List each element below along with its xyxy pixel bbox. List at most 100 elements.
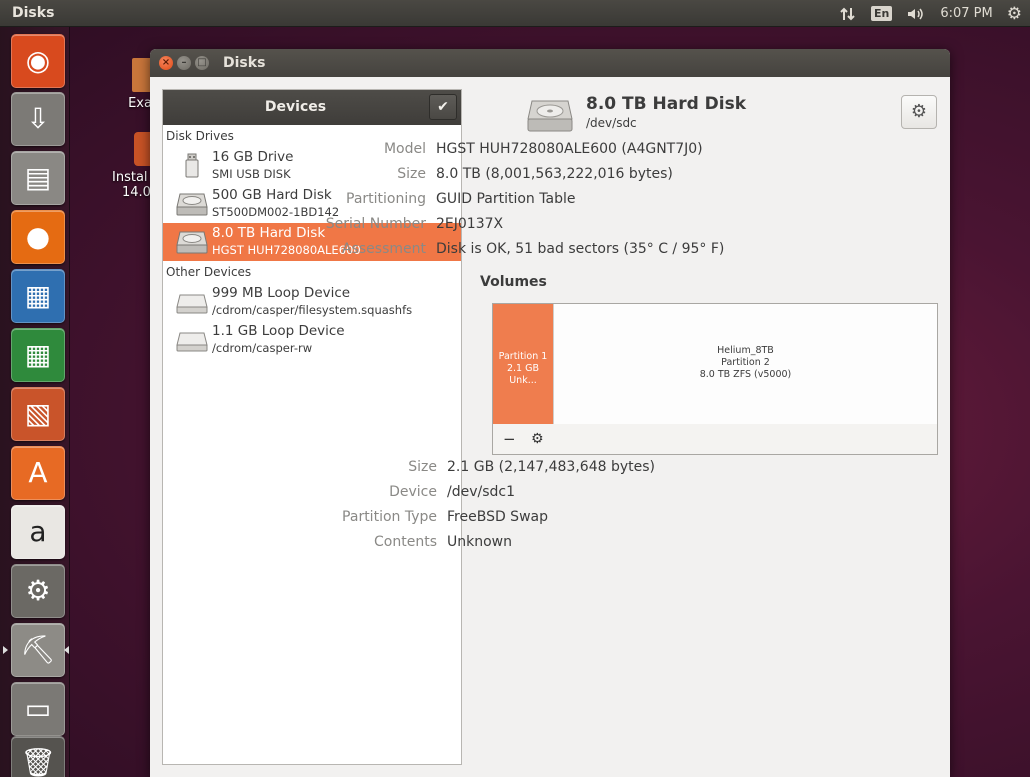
disk-device-path: /dev/sdc (586, 116, 637, 130)
disks-app-icon: ⛏ (20, 633, 56, 666)
disks-window: × – □ Disks Devices ✔ Disk Drives 16 GB … (150, 49, 950, 777)
property-row: Size 8.0 TB (8,001,563,222,016 bytes) (150, 166, 950, 186)
hard-disk-icon (527, 100, 573, 132)
property-row: Size 2.1 GB (2,147,483,648 bytes) (150, 459, 950, 479)
property-row: Serial Number 2EJ0137X (150, 216, 950, 236)
other-device-list: 999 MB Loop Device/cdrom/casper/filesyst… (163, 283, 461, 359)
amazon-icon: a (29, 515, 47, 548)
ubuntu-software-center-icon: A (28, 456, 48, 489)
partition-options-gear-icon[interactable]: ⚙ (531, 431, 544, 447)
partition-bar: Partition 1 2.1 GB Unk... Helium_8TB Par… (493, 304, 937, 424)
partition-2-name: Partition 2 (721, 357, 770, 368)
property-label: Partition Type (342, 509, 437, 525)
partition-2-block[interactable]: Helium_8TB Partition 2 8.0 TB ZFS (v5000… (553, 304, 937, 424)
loop-device-icon (176, 327, 208, 353)
devices-header: Devices ✔ (163, 90, 461, 125)
property-value: /dev/sdc1 (447, 484, 516, 500)
devices-title: Devices (264, 99, 327, 115)
launcher-ubuntu-dash[interactable]: ◉ (11, 34, 65, 88)
property-value: 2.1 GB (2,147,483,648 bytes) (447, 459, 655, 475)
window-minimize-button[interactable]: – (177, 56, 191, 70)
partition-2-label: Helium_8TB (717, 345, 774, 356)
partition-2-desc: 8.0 TB ZFS (v5000) (699, 369, 792, 380)
other-device-item[interactable]: 999 MB Loop Device/cdrom/casper/filesyst… (163, 283, 461, 321)
property-value: Unknown (447, 534, 512, 550)
launcher-removable-drive[interactable]: ▭ (11, 682, 65, 736)
property-row: Model HGST HUH728080ALE600 (A4GNT7J0) (150, 141, 950, 161)
property-label: Size (397, 166, 426, 182)
device-subtitle: /cdrom/casper/filesystem.squashfs (212, 303, 413, 317)
launcher-system-settings[interactable]: ⚙ (11, 564, 65, 618)
firefox-icon: ● (25, 220, 51, 253)
loop-device-icon (176, 289, 208, 315)
select-mode-button[interactable]: ✔ (429, 94, 457, 120)
partition-1-desc: 2.1 GB Unk... (506, 363, 539, 386)
drive-settings-button[interactable]: ⚙ (901, 95, 937, 129)
libreoffice-impress-icon: ▧ (24, 397, 52, 430)
clock[interactable]: 6:07 PM (940, 6, 992, 21)
property-label: Serial Number (325, 216, 426, 232)
volumes-map: Partition 1 2.1 GB Unk... Helium_8TB Par… (492, 303, 938, 455)
launcher-ubuntu-software-center[interactable]: A (11, 446, 65, 500)
window-maximize-button[interactable]: □ (195, 56, 209, 70)
top-panel: Disks En 6:07 PM ⚙ (0, 0, 1030, 27)
launcher-libreoffice-calc[interactable]: ▦ (11, 328, 65, 382)
window-titlebar[interactable]: × – □ Disks (150, 49, 950, 77)
section-other-devices: Other Devices (166, 265, 252, 279)
property-value: 8.0 TB (8,001,563,222,016 bytes) (436, 166, 673, 182)
active-app-title: Disks (12, 5, 55, 21)
launcher-disks-app[interactable]: ⛏ (11, 623, 65, 677)
network-icon[interactable] (839, 6, 857, 22)
launcher-files[interactable]: ▤ (11, 151, 65, 205)
launcher-amazon[interactable]: a (11, 505, 65, 559)
indicator-area: En 6:07 PM ⚙ (839, 3, 1022, 24)
property-value: 2EJ0137X (436, 216, 504, 232)
device-subtitle: /cdrom/casper-rw (212, 341, 313, 355)
launcher-software-updater[interactable]: ⇩ (11, 92, 65, 146)
property-value: FreeBSD Swap (447, 509, 548, 525)
gear-icon: ⚙ (910, 101, 928, 122)
desktop-icon-label: Instal (112, 170, 148, 185)
software-updater-icon: ⇩ (26, 102, 50, 135)
volumes-heading: Volumes (480, 274, 547, 290)
files-icon: ▤ (24, 161, 52, 194)
removable-drive-icon: ▭ (24, 692, 52, 725)
launcher: ◉ ⇩ ▤ ● ▦ ▦ ▧ Aa ⚙ ⛏ ▭ 🗑 (0, 27, 70, 777)
delete-partition-button[interactable]: − (503, 430, 516, 448)
running-indicator (3, 646, 8, 654)
property-label: Contents (374, 534, 437, 550)
property-row: Contents Unknown (150, 534, 950, 554)
libreoffice-calc-icon: ▦ (24, 338, 52, 371)
property-row: Device/dev/sdc1 (150, 484, 950, 504)
launcher-trash[interactable]: 🗑 (11, 736, 65, 777)
property-label: Size (408, 459, 437, 475)
property-label: Partitioning (346, 191, 426, 207)
property-label: Model (383, 141, 426, 157)
property-row: Partitioning GUID Partition Table (150, 191, 950, 211)
ubuntu-dash-icon: ◉ (25, 44, 51, 77)
launcher-libreoffice-impress[interactable]: ▧ (11, 387, 65, 441)
session-gear-icon[interactable]: ⚙ (1007, 4, 1022, 24)
partition-1-block[interactable]: Partition 1 2.1 GB Unk... (493, 304, 553, 424)
trash-icon: 🗑 (20, 746, 56, 777)
launcher-firefox[interactable]: ● (11, 210, 65, 264)
volume-toolbar: − ⚙ (493, 424, 937, 454)
checkmark-icon: ✔ (437, 99, 449, 115)
volume-icon[interactable] (906, 6, 926, 22)
property-value: Disk is OK, 51 bad sectors (35° C / 95° … (436, 241, 725, 257)
keyboard-layout-indicator[interactable]: En (871, 6, 893, 21)
desktop-icon-label: 14.0 (122, 185, 151, 200)
partition-1-name: Partition 1 (498, 351, 548, 362)
property-value: GUID Partition Table (436, 191, 576, 207)
other-device-item[interactable]: 1.1 GB Loop Device/cdrom/casper-rw (163, 321, 461, 359)
window-close-button[interactable]: × (159, 56, 173, 70)
focused-indicator (64, 646, 69, 654)
desktop-icon-install[interactable]: Instal 14.0 (112, 132, 160, 200)
libreoffice-writer-icon: ▦ (24, 279, 52, 312)
device-name: 999 MB Loop Device (212, 285, 351, 301)
launcher-libreoffice-writer[interactable]: ▦ (11, 269, 65, 323)
device-name: 1.1 GB Loop Device (212, 323, 345, 339)
property-label: Device (389, 484, 437, 500)
property-label: Assessment (342, 241, 426, 257)
window-title: Disks (223, 55, 266, 71)
